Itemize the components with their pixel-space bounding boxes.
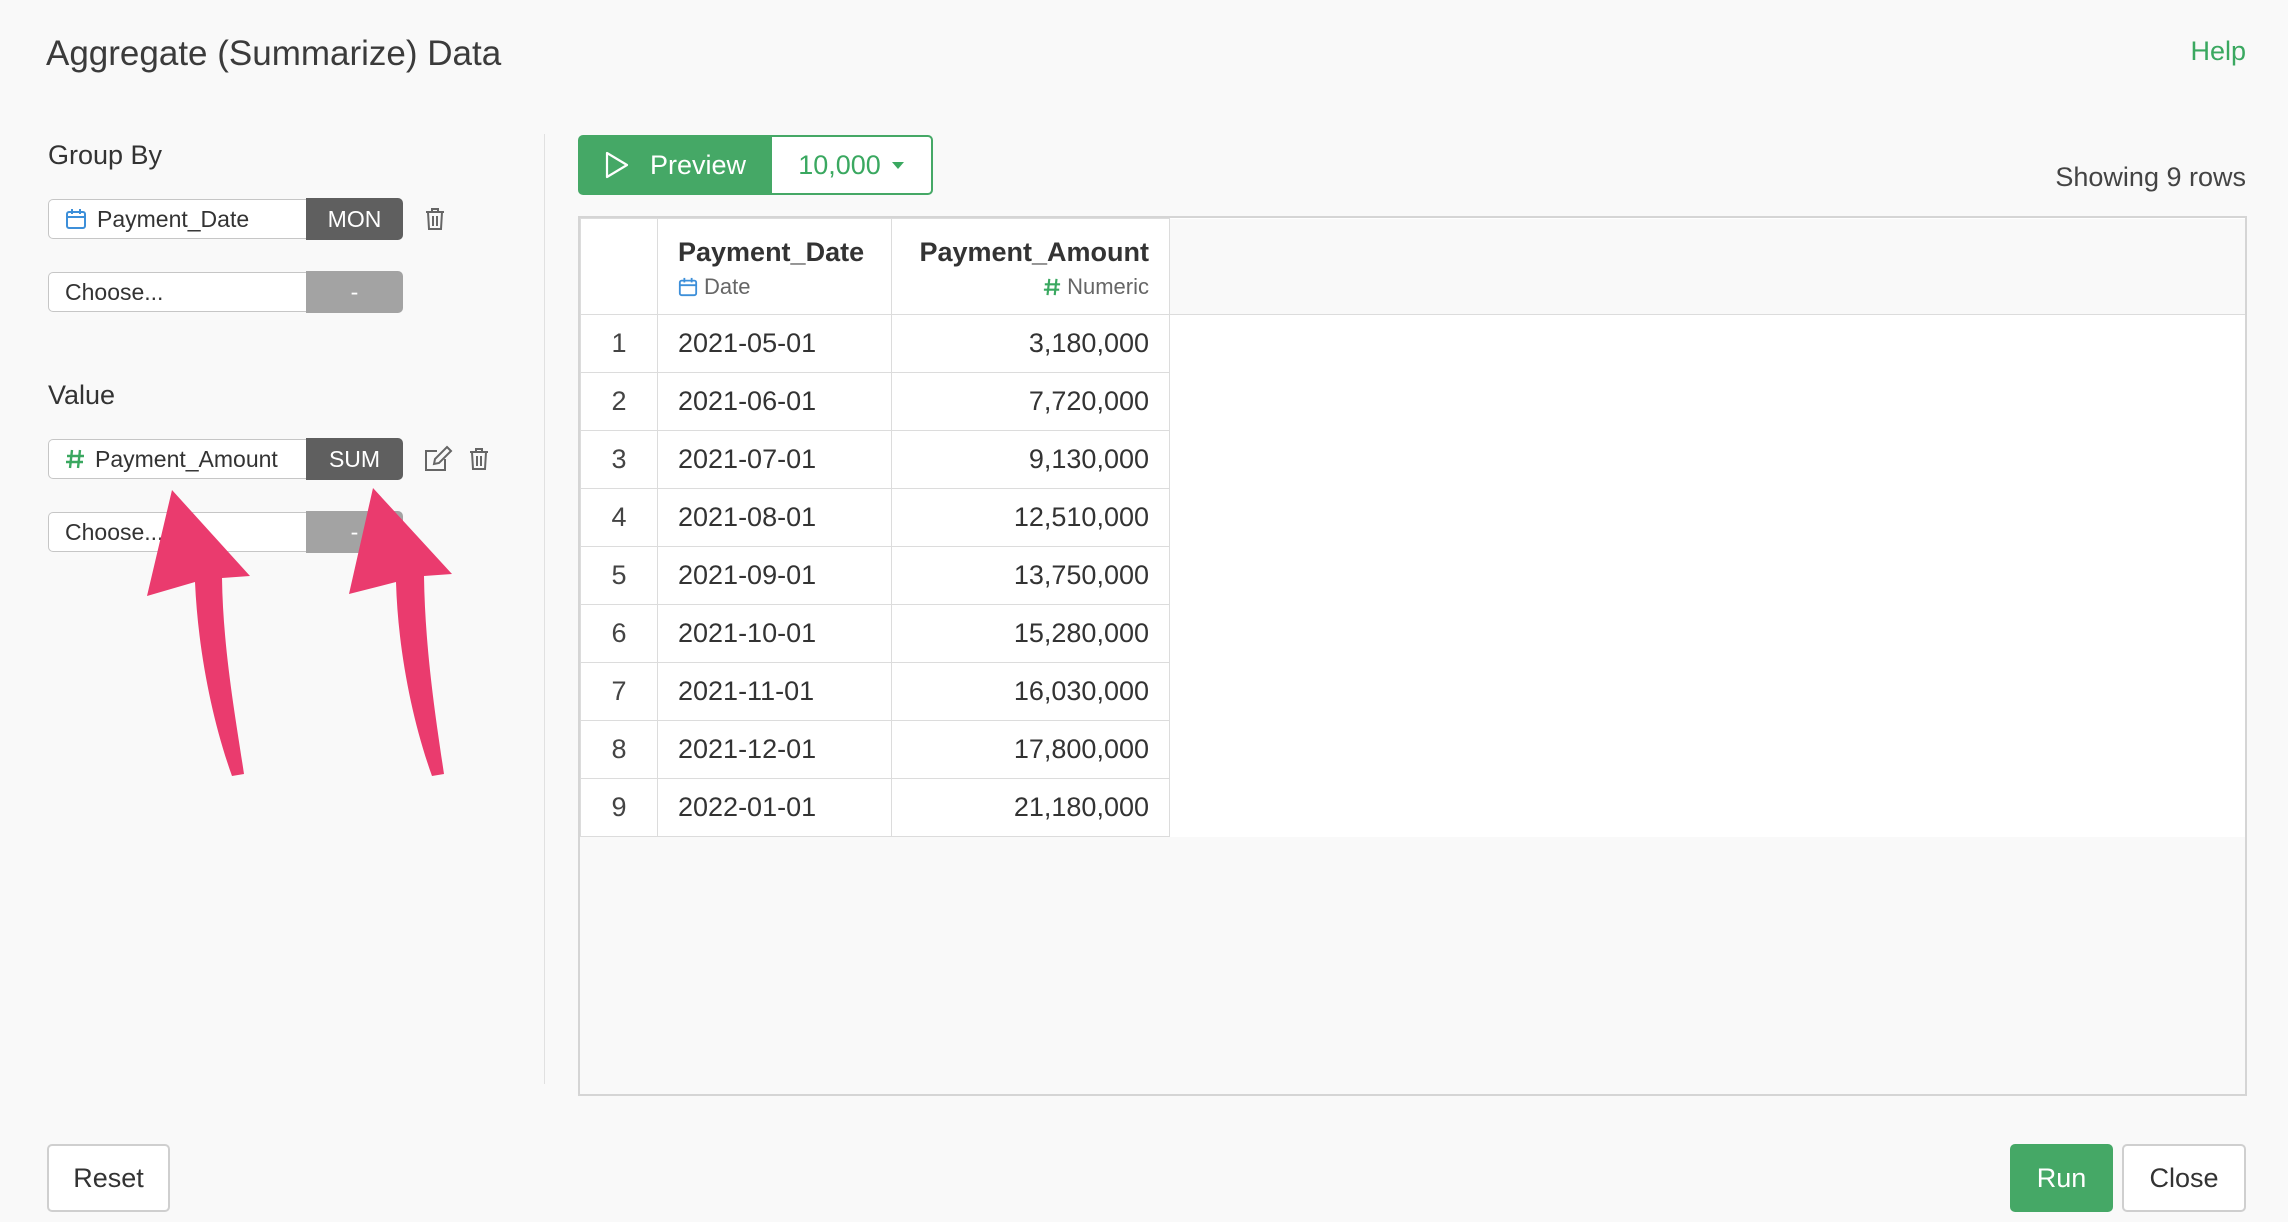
preview-group: Preview 10,000 — [578, 135, 933, 195]
value-field-select[interactable]: Payment_Amount — [48, 439, 306, 479]
amount-cell: 15,280,000 — [891, 604, 1170, 663]
group-by-field-name: Payment_Date — [97, 205, 250, 232]
reset-button[interactable]: Reset — [47, 1144, 170, 1212]
close-button[interactable]: Close — [2122, 1144, 2246, 1212]
value-row: Payment_Amount SUM — [48, 438, 491, 480]
hash-icon — [65, 448, 85, 470]
amount-cell: 16,030,000 — [891, 662, 1170, 721]
table-row: 3 2021-07-01 9,130,000 — [580, 430, 2245, 489]
group-by-add-row: Choose... - — [48, 271, 403, 313]
table-row: 5 2021-09-01 13,750,000 — [580, 546, 2245, 605]
play-icon — [604, 151, 630, 179]
group-by-aggregation-button[interactable]: MON — [306, 198, 403, 240]
caret-down-icon — [891, 160, 905, 170]
column-header[interactable]: Payment_Date Date — [657, 218, 892, 315]
group-by-field-select[interactable]: Payment_Date — [48, 199, 306, 239]
date-cell: 2021-10-01 — [657, 604, 892, 663]
amount-cell: 9,130,000 — [891, 430, 1170, 489]
dialog-title: Aggregate (Summarize) Data — [46, 34, 502, 73]
date-cell: 2021-06-01 — [657, 372, 892, 431]
amount-cell: 3,180,000 — [891, 314, 1170, 373]
group-by-row: Payment_Date MON — [48, 198, 447, 240]
grid-empty-area — [1169, 218, 2245, 315]
table-row: 4 2021-08-01 12,510,000 — [580, 488, 2245, 547]
column-name: Payment_Date — [678, 237, 865, 267]
date-cell: 2021-09-01 — [657, 546, 892, 605]
value-label: Value — [48, 380, 116, 410]
row-limit-dropdown[interactable]: 10,000 — [772, 135, 933, 195]
choose-placeholder: Choose... — [65, 518, 164, 545]
amount-cell: 13,750,000 — [891, 546, 1170, 605]
panel-divider — [544, 134, 545, 1084]
row-index-header — [580, 218, 658, 315]
row-index: 2 — [580, 372, 658, 431]
help-link[interactable]: Help — [2190, 36, 2246, 67]
group-by-choose-select[interactable]: Choose... — [48, 272, 306, 312]
trash-icon[interactable] — [423, 206, 447, 232]
column-type: Numeric — [1067, 274, 1149, 299]
table-row: 7 2021-11-01 16,030,000 — [580, 662, 2245, 721]
row-index: 9 — [580, 778, 658, 837]
date-cell: 2022-01-01 — [657, 778, 892, 837]
amount-cell: 7,720,000 — [891, 372, 1170, 431]
value-field-name: Payment_Amount — [95, 445, 278, 472]
table-row: 9 2022-01-01 21,180,000 — [580, 778, 2245, 837]
date-cell: 2021-08-01 — [657, 488, 892, 547]
row-limit-value: 10,000 — [798, 149, 881, 180]
column-name: Payment_Amount — [919, 237, 1149, 267]
amount-cell: 21,180,000 — [891, 778, 1170, 837]
preview-grid: Payment_Date Date Payment_Amount Numeric… — [578, 216, 2247, 1096]
date-cell: 2021-07-01 — [657, 430, 892, 489]
column-header[interactable]: Payment_Amount Numeric — [891, 218, 1170, 315]
value-empty-aggregation[interactable]: - — [306, 511, 403, 553]
row-count-status: Showing 9 rows — [2055, 162, 2246, 192]
calendar-icon — [65, 208, 87, 230]
column-type: Date — [704, 274, 751, 299]
table-row: 8 2021-12-01 17,800,000 — [580, 720, 2245, 779]
date-cell: 2021-11-01 — [657, 662, 892, 721]
table-row: 1 2021-05-01 3,180,000 — [580, 314, 2245, 373]
run-button[interactable]: Run — [2010, 1144, 2113, 1212]
choose-placeholder: Choose... — [65, 278, 164, 305]
date-cell: 2021-05-01 — [657, 314, 892, 373]
group-by-empty-aggregation[interactable]: - — [306, 271, 403, 313]
row-index: 1 — [580, 314, 658, 373]
value-aggregation-button[interactable]: SUM — [306, 438, 403, 480]
row-index: 6 — [580, 604, 658, 663]
calendar-icon — [678, 277, 698, 297]
group-by-label: Group By — [48, 140, 163, 170]
row-index: 3 — [580, 430, 658, 489]
row-index: 4 — [580, 488, 658, 547]
preview-label: Preview — [649, 149, 747, 180]
table-row: 6 2021-10-01 15,280,000 — [580, 604, 2245, 663]
preview-button[interactable]: Preview — [578, 135, 772, 195]
value-add-row: Choose... - — [48, 511, 403, 553]
data-table: Payment_Date Date Payment_Amount Numeric… — [580, 218, 2245, 837]
hash-icon — [1043, 277, 1061, 297]
value-choose-select[interactable]: Choose... — [48, 512, 306, 552]
row-index: 5 — [580, 546, 658, 605]
edit-icon[interactable] — [423, 445, 453, 473]
table-row: 2 2021-06-01 7,720,000 — [580, 372, 2245, 431]
amount-cell: 12,510,000 — [891, 488, 1170, 547]
amount-cell: 17,800,000 — [891, 720, 1170, 779]
row-index: 8 — [580, 720, 658, 779]
date-cell: 2021-12-01 — [657, 720, 892, 779]
trash-icon[interactable] — [467, 446, 491, 472]
row-index: 7 — [580, 662, 658, 721]
